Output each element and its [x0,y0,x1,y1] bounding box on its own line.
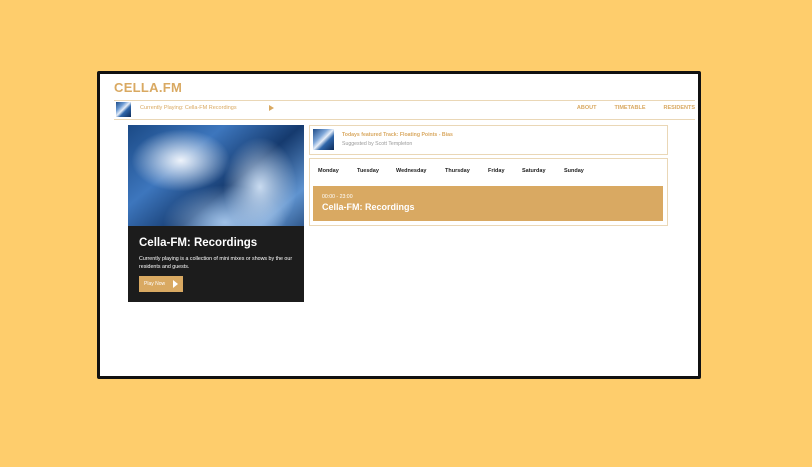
play-now-label: Play Now [144,281,166,287]
hero-card: Cella-FM: Recordings Currently playing i… [128,125,304,302]
site-logo[interactable]: CELLA.FM [114,80,182,95]
show-time: 00:00 - 23:00 [322,194,353,200]
tab-sunday[interactable]: Sunday [564,168,584,174]
weekly-schedule: Monday Tuesday Wednesday Thursday Friday… [309,158,668,226]
nav-links: ABOUT TIMETABLE RESIDENTS [559,105,695,111]
play-icon [173,280,178,288]
show-title: Cella-FM: Recordings [322,202,415,212]
tab-tuesday[interactable]: Tuesday [357,168,379,174]
now-playing-text: Currently Playing: Cella-FM Recordings [140,105,237,111]
featured-track-suggested-by: Suggested by Scott Templeton [342,141,413,147]
nav-link-about[interactable]: ABOUT [577,105,597,111]
tab-friday[interactable]: Friday [488,168,505,174]
now-playing-artwork [116,102,131,117]
tab-thursday[interactable]: Thursday [445,168,470,174]
nav-link-timetable[interactable]: TIMETABLE [614,105,645,111]
featured-track-title[interactable]: Todays featured Track: Floating Points -… [342,132,453,138]
featured-track-card[interactable]: Todays featured Track: Floating Points -… [309,125,668,155]
tab-saturday[interactable]: Saturday [522,168,546,174]
browser-window: CELLA.FM Currently Playing: Cella-FM Rec… [97,71,701,379]
top-nav-bar: Currently Playing: Cella-FM Recordings A… [114,100,695,120]
tab-wednesday[interactable]: Wednesday [396,168,426,174]
tab-monday[interactable]: Monday [318,168,339,174]
hero-description: Currently playing is a collection of min… [139,256,293,270]
nav-link-residents[interactable]: RESIDENTS [664,105,695,111]
hero-title: Cella-FM: Recordings [139,237,258,249]
play-icon[interactable] [269,105,274,111]
play-now-button[interactable]: Play Now [139,276,183,292]
schedule-show-item[interactable]: 00:00 - 23:00 Cella-FM: Recordings [313,186,663,221]
featured-track-artwork [313,129,334,150]
